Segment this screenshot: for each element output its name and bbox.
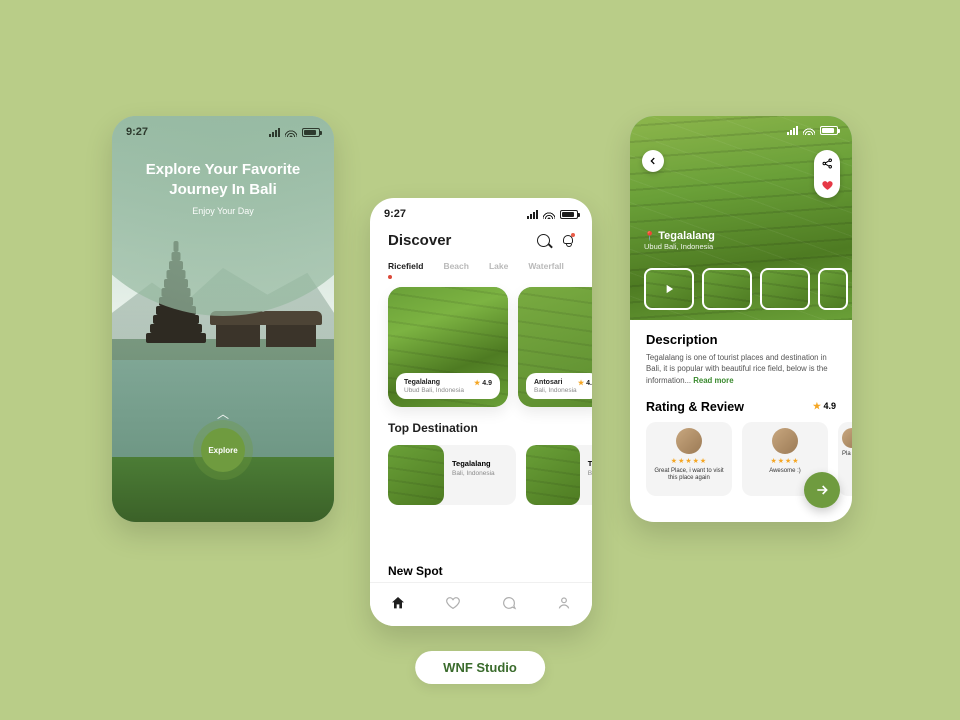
- destination-card[interactable]: Tegalalang Bali, Indonesia: [388, 445, 516, 505]
- screen-place-detail: 📍Tegalalang Ubud Bali, Indonesia Descrip…: [630, 116, 852, 522]
- studio-badge: WNF Studio: [415, 651, 545, 684]
- pin-icon: 📍: [644, 231, 655, 241]
- review-card[interactable]: Pla: [838, 422, 852, 496]
- hero-heading: Explore Your Favorite Journey In Bali En…: [112, 160, 334, 216]
- rating-heading: Rating & Review: [646, 400, 744, 414]
- description-text: Tegalalang is one of tourist places and …: [646, 353, 828, 385]
- tab-beach[interactable]: Beach: [443, 261, 469, 271]
- place-rating: 4.: [586, 380, 592, 387]
- page-title: Discover: [388, 232, 451, 249]
- review-text: Great Place, i want to visit this place …: [652, 468, 726, 483]
- hero-title-line2: Journey In Bali: [169, 181, 277, 198]
- cellular-icon: [787, 126, 798, 135]
- hero-photo: 9:27 Explore Your Favorite Journey In Ba…: [112, 116, 334, 522]
- destination-location: Ba: [588, 470, 592, 477]
- gallery-thumb[interactable]: [818, 268, 848, 310]
- place-card[interactable]: Antosari Bali, Indonesia ★ 4.: [518, 287, 592, 407]
- battery-icon: [302, 128, 320, 137]
- destination-thumb: [388, 445, 444, 505]
- explore-button[interactable]: Explore: [201, 428, 245, 472]
- next-fab-button[interactable]: [804, 472, 840, 508]
- star-icon: ★: [578, 380, 584, 387]
- detail-hero: 📍Tegalalang Ubud Bali, Indonesia: [630, 116, 852, 320]
- chevron-up-icon: ︿: [217, 405, 229, 422]
- place-location: Ubud Bali, Indonesia: [404, 387, 492, 394]
- star-icon: ★: [474, 380, 480, 387]
- hero-subtitle: Enjoy Your Day: [140, 206, 306, 216]
- avatar: [772, 428, 798, 454]
- status-time: 9:27: [126, 126, 148, 138]
- section-top-destination: Top Destination: [370, 407, 592, 435]
- screen-explore: 9:27 Explore Your Favorite Journey In Ba…: [112, 116, 334, 522]
- destination-card[interactable]: Te Ba: [526, 445, 592, 505]
- review-stars: ★★★★: [770, 457, 799, 465]
- review-text: Pla: [842, 451, 851, 459]
- nav-chat-icon[interactable]: [501, 595, 517, 615]
- tab-ricefield[interactable]: Ricefield: [388, 261, 423, 271]
- wifi-icon: [803, 126, 815, 135]
- nav-favorites-icon[interactable]: [445, 595, 461, 615]
- hero-title-line1: Explore Your Favorite: [146, 161, 301, 178]
- back-button[interactable]: [642, 150, 664, 172]
- place-location: Bali, Indonesia: [534, 387, 592, 394]
- review-stars: ★★★★★: [671, 457, 707, 465]
- wifi-icon: [543, 210, 555, 219]
- destination-name: Te: [588, 459, 592, 468]
- avatar: [676, 428, 702, 454]
- battery-icon: [560, 210, 578, 219]
- review-card[interactable]: ★★★★★ Great Place, i want to visit this …: [646, 422, 732, 496]
- gallery-thumb[interactable]: [702, 268, 752, 310]
- status-bar: [644, 126, 838, 135]
- star-icon: ★: [813, 401, 821, 411]
- tab-waterfall[interactable]: Waterfall: [528, 261, 564, 271]
- avatar: [842, 428, 852, 448]
- wifi-icon: [285, 128, 297, 137]
- destination-location: Bali, Indonesia: [452, 470, 495, 477]
- description-heading: Description: [646, 332, 836, 347]
- bottom-nav: [370, 582, 592, 626]
- nav-home-icon[interactable]: [390, 595, 406, 615]
- screen-discover: 9:27 Discover Ricefield Beach Lake Water…: [370, 198, 592, 626]
- place-card[interactable]: Tegalalang Ubud Bali, Indonesia ★ 4.9: [388, 287, 508, 407]
- section-new-spot: New Spot: [388, 564, 443, 578]
- gallery-video-thumb[interactable]: [644, 268, 694, 310]
- favorite-icon[interactable]: [818, 176, 836, 194]
- read-more-link[interactable]: Read more: [693, 376, 733, 385]
- gallery-thumbs: [644, 268, 852, 310]
- status-bar: 9:27: [384, 208, 578, 220]
- rating-value: 4.9: [823, 401, 836, 411]
- detail-place-location: Ubud Bali, Indonesia: [644, 242, 715, 251]
- notification-icon[interactable]: [562, 234, 574, 247]
- gallery-thumb[interactable]: [760, 268, 810, 310]
- share-icon[interactable]: [818, 154, 836, 172]
- review-text: Awesome :): [769, 468, 801, 476]
- place-rating: 4.9: [482, 380, 492, 387]
- nav-profile-icon[interactable]: [556, 595, 572, 615]
- cellular-icon: [527, 210, 538, 219]
- detail-place-name: Tegalalang: [658, 230, 715, 242]
- category-tabs: Ricefield Beach Lake Waterfall: [388, 261, 574, 271]
- status-bar: 9:27: [126, 126, 320, 138]
- destination-thumb: [526, 445, 580, 505]
- destination-name: Tegalalang: [452, 459, 495, 468]
- battery-icon: [820, 126, 838, 135]
- status-time: 9:27: [384, 208, 406, 220]
- cellular-icon: [269, 128, 280, 137]
- tab-lake[interactable]: Lake: [489, 261, 508, 271]
- search-icon[interactable]: [537, 234, 550, 247]
